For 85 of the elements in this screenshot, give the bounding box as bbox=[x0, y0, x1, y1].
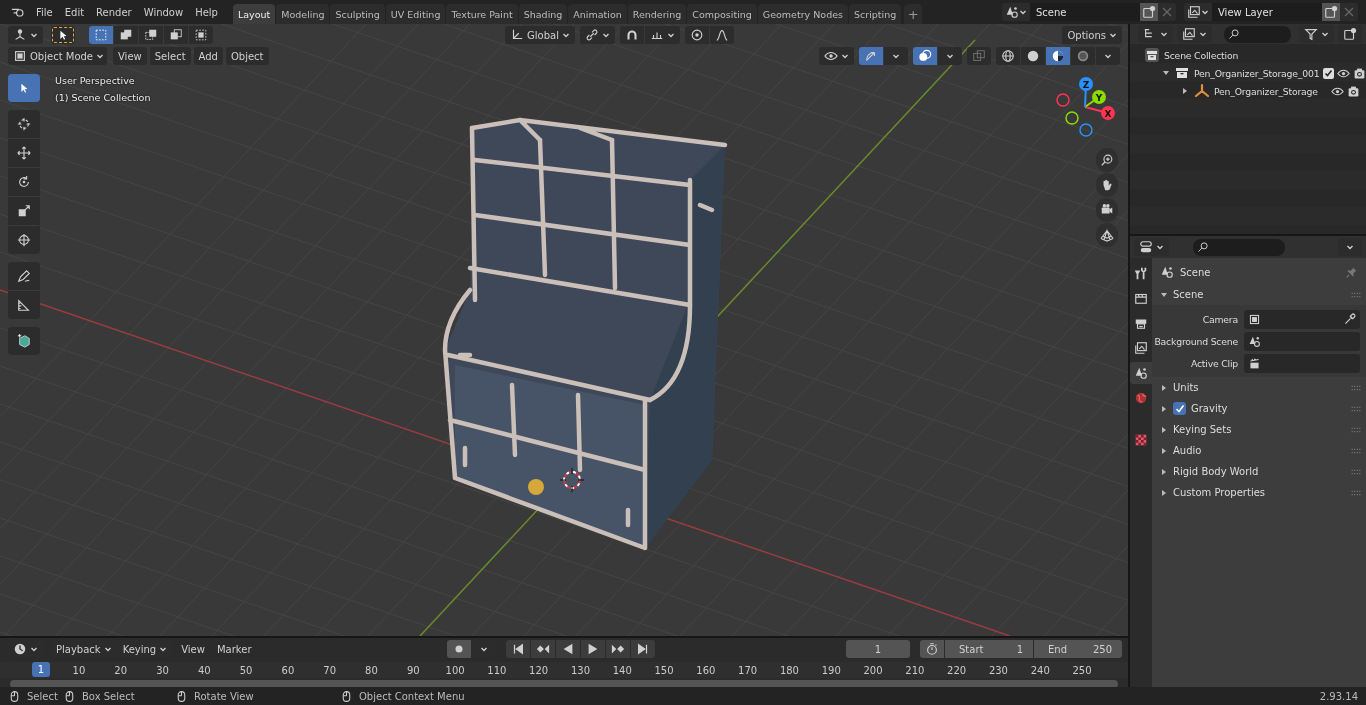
panel-header[interactable]: Rigid Body World bbox=[1173, 466, 1345, 477]
panel-header[interactable]: Scene bbox=[1173, 289, 1345, 300]
workspace-tab[interactable]: Rendering bbox=[627, 4, 687, 24]
frame-number: 60 bbox=[280, 664, 296, 676]
view-layer-name-field[interactable]: View Layer bbox=[1212, 3, 1322, 21]
frame-number: 90 bbox=[405, 664, 421, 676]
workspace-tab[interactable]: Scripting bbox=[848, 4, 902, 24]
start-frame-field[interactable]: Start 1 bbox=[945, 640, 1033, 658]
viewport-info-text: User Perspective bbox=[55, 75, 136, 86]
panel-header[interactable]: Audio bbox=[1173, 445, 1345, 456]
menu-item[interactable]: Object bbox=[225, 47, 269, 65]
field-value: 1 bbox=[1016, 643, 1023, 655]
status-hint: Object Context Menu bbox=[359, 690, 465, 702]
frame-number: 240 bbox=[1029, 664, 1051, 676]
field-label: End bbox=[1048, 643, 1067, 655]
workspace-tab[interactable]: Compositing bbox=[687, 4, 757, 24]
menu-item[interactable]: View bbox=[113, 47, 147, 65]
current-frame-field[interactable]: 1 bbox=[846, 640, 910, 658]
menu-item[interactable]: Add bbox=[193, 47, 223, 65]
viewport-info-text: (1) Scene Collection bbox=[55, 92, 151, 103]
workspace-tab[interactable]: Modeling bbox=[276, 4, 330, 24]
menu-item[interactable]: View bbox=[176, 640, 210, 658]
current-frame-indicator[interactable]: 1 bbox=[32, 662, 50, 677]
field-label: Start bbox=[959, 643, 984, 655]
panel-header[interactable]: Gravity bbox=[1191, 403, 1345, 414]
frame-number: 40 bbox=[196, 664, 212, 676]
workspace-tab[interactable]: Animation bbox=[568, 4, 627, 24]
menu-item[interactable]: Edit bbox=[58, 2, 91, 22]
transform-orientation-dropdown[interactable]: Global bbox=[505, 26, 575, 44]
frame-number: 220 bbox=[946, 664, 968, 676]
workspace-tab[interactable]: Shading bbox=[518, 4, 568, 24]
panel-header[interactable]: Units bbox=[1173, 382, 1345, 393]
workspace-tab[interactable]: UV Editing bbox=[385, 4, 446, 24]
scene-name-field[interactable]: Scene bbox=[1030, 3, 1140, 21]
menu-item[interactable]: Marker bbox=[211, 640, 257, 658]
outliner-item-label[interactable]: Pen_Organizer_Storage bbox=[1214, 85, 1327, 97]
end-frame-field[interactable]: End 250 bbox=[1034, 640, 1122, 658]
panel-header[interactable]: Keying Sets bbox=[1173, 424, 1345, 435]
frame-number: 10 bbox=[71, 664, 87, 676]
frame-number: 190 bbox=[820, 664, 842, 676]
frame-number: 230 bbox=[987, 664, 1009, 676]
status-hint: Select bbox=[27, 690, 58, 702]
frame-number: 200 bbox=[862, 664, 884, 676]
workspace-tab[interactable]: Geometry Nodes bbox=[757, 4, 848, 24]
version-label: 2.93.14 bbox=[1319, 690, 1358, 702]
frame-number: 140 bbox=[611, 664, 633, 676]
frame-number: 250 bbox=[1071, 664, 1093, 676]
menu-item[interactable]: File bbox=[30, 2, 59, 22]
frame-number: 20 bbox=[113, 664, 129, 676]
menu-item[interactable]: Select bbox=[149, 47, 191, 65]
menu-item[interactable]: Render bbox=[90, 2, 138, 22]
frame-number: 50 bbox=[238, 664, 254, 676]
context-label: Scene bbox=[1180, 266, 1212, 278]
frame-number: 170 bbox=[737, 664, 759, 676]
mode-dropdown[interactable]: Object Mode bbox=[8, 47, 107, 65]
menu-item[interactable]: Help bbox=[189, 2, 224, 22]
workspace-tab[interactable]: Sculpting bbox=[330, 4, 385, 24]
frame-number: 210 bbox=[904, 664, 926, 676]
frame-number: 180 bbox=[778, 664, 800, 676]
outliner-item-label[interactable]: Scene Collection bbox=[1164, 49, 1366, 61]
field-label: Active Clip bbox=[1189, 357, 1239, 369]
panel-header[interactable]: Custom Properties bbox=[1173, 487, 1345, 498]
menu-item[interactable]: Window bbox=[137, 2, 190, 22]
outliner-item-label[interactable]: Pen_Organizer_Storage_001 bbox=[1194, 67, 1320, 79]
frame-number: 100 bbox=[444, 664, 466, 676]
frame-number: 110 bbox=[486, 664, 508, 676]
axis-label: Y bbox=[1095, 92, 1103, 103]
add-workspace-button[interactable]: + bbox=[904, 4, 923, 24]
frame-number: 150 bbox=[653, 664, 675, 676]
axis-label: Z bbox=[1082, 79, 1090, 90]
status-hint: Box Select bbox=[82, 690, 135, 702]
frame-number: 130 bbox=[569, 664, 591, 676]
options-dropdown[interactable]: Options bbox=[1062, 26, 1122, 44]
workspace-tab[interactable]: Texture Paint bbox=[446, 4, 518, 24]
frame-number: 160 bbox=[695, 664, 717, 676]
status-hint: Rotate View bbox=[194, 690, 254, 702]
field-value: 250 bbox=[1092, 643, 1112, 655]
frame-number: 30 bbox=[155, 664, 170, 676]
field-label: Background Scene bbox=[1153, 335, 1239, 347]
frame-number: 120 bbox=[528, 664, 550, 676]
field-label: Camera bbox=[1201, 313, 1239, 325]
axis-label: X bbox=[1104, 108, 1112, 119]
workspace-tab[interactable]: Layout bbox=[232, 4, 276, 24]
frame-number: 80 bbox=[364, 664, 379, 676]
frame-number: 70 bbox=[322, 664, 338, 676]
